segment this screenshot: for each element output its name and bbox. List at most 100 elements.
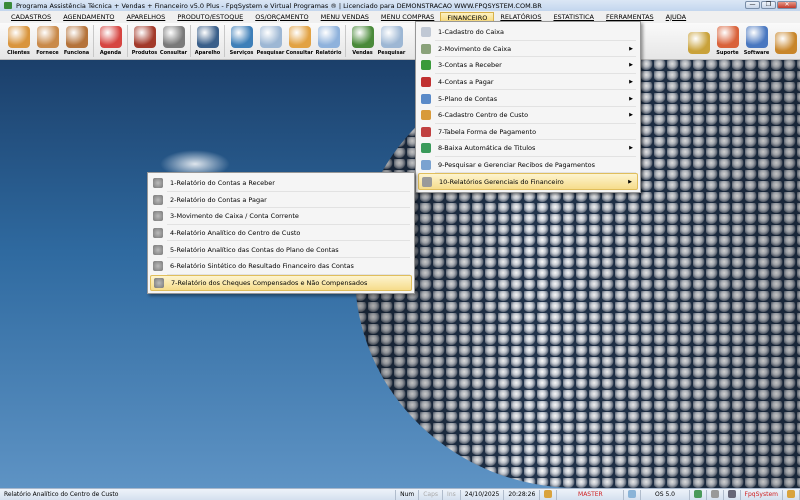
status-hint: Relatório Analítico do Centro de Custo [0,489,397,500]
menu-item[interactable]: 7-Relatório dos Cheques Compensados e Nã… [150,274,412,292]
menu-item[interactable]: 1-Relatório do Contas a Receber [150,175,412,192]
support-icon [716,26,739,48]
menu-os-or-amento[interactable]: OS/ORÇAMENTO [249,12,314,23]
toolbar: Clientes Fornece Funciona Agenda Produtos Con… [0,23,800,60]
menu-item-label: 7-Relatório dos Cheques Compensados e Nã… [171,278,368,287]
users-icon [783,489,800,500]
toolbar-label: Vendas [352,50,373,56]
close-button[interactable]: ✕ [777,1,797,9]
menu-item-label: 1-Relatório do Contas a Receber [170,179,275,188]
menu-item[interactable]: 3-Movimento de Caixa / Conta Corrente [150,208,412,225]
reports-icon [422,176,432,187]
cashbox-icon [421,27,431,38]
menu-cadastros[interactable]: CADASTROS [5,12,57,23]
toolbar-button-produtos[interactable]: Produtos [130,23,159,59]
menu-item[interactable]: 5-Plano de Contas ▶ [418,90,638,107]
ins-indicator: Ins [443,489,461,500]
menu-item-label: 3-Contas a Receber [438,61,502,70]
report-printer-icon [153,211,163,222]
app-icon [4,2,12,9]
toolbar-button-suporte[interactable]: Suporte [713,23,742,59]
menu-item[interactable]: 8-Baixa Automática de Titulos ▶ [418,140,638,157]
maximize-button[interactable]: ❐ [761,1,776,9]
caps-indicator: Caps [419,489,444,500]
menu-item[interactable]: 9-Pesquisar e Gerenciar Recibos de Pagam… [418,157,638,174]
menu-item[interactable]: 7-Tabela Forma de Pagamento [418,124,638,141]
menu-item[interactable]: 4-Relatório Analítico do Centro de Custo [150,225,412,242]
coin-icon [687,32,710,54]
toolbar-button-relat-rio[interactable]: Relatório [314,23,343,59]
minimize-button[interactable]: — [745,1,760,9]
menu-produto-estoque[interactable]: PRODUTO/ESTOQUE [171,12,249,23]
menu-item-label: 9-Pesquisar e Gerenciar Recibos de Pagam… [438,161,595,170]
menu-item-label: 3-Movimento de Caixa / Conta Corrente [170,212,299,221]
num-indicator: Num [396,489,420,500]
toolbar-button-exit-door[interactable] [771,23,800,59]
status-brand: FpqSystem [741,489,783,500]
menu-item[interactable]: 6-Cadastro Centro de Custo ▶ [418,107,638,124]
exit-door-icon [774,32,797,54]
menu-item-label: 4-Relatório Analítico do Centro de Custo [170,229,301,238]
search-doc-icon [380,26,403,48]
menu-item[interactable]: 1-Cadastro do Caixa [418,24,638,41]
menu-item-label: 6-Relatório Sintético do Resultado Finan… [170,262,354,271]
globe-icon[interactable] [690,489,707,500]
toolbar-button-servi-os[interactable]: Serviços [227,23,256,59]
cost-center-icon [421,110,431,121]
submenu-arrow-icon: ▶ [629,45,633,52]
toolbar-button-consultar[interactable]: Consultar [159,23,188,59]
toolbar-separator [345,25,346,57]
menu-item[interactable]: 4-Contas a Pagar ▶ [418,74,638,91]
submenu-arrow-icon: ▶ [629,79,633,86]
menu-item-label: 6-Cadastro Centro de Custo [438,111,529,120]
submenu-arrow-icon: ▶ [629,95,633,102]
menu-item[interactable]: 2-Relatório do Contas a Pagar [150,192,412,209]
menu-item[interactable]: 3-Contas a Receber ▶ [418,57,638,74]
toolbar-label: Aparelho [194,50,221,56]
submenu-arrow-icon: ▶ [628,178,632,185]
drawer-icon [288,26,311,48]
menu-item-label: 4-Contas a Pagar [438,78,494,87]
report-printer-icon [153,244,163,255]
sales-cart-icon [351,26,374,48]
toolbar-label: Fornece [36,50,59,56]
toolbar-separator [224,25,225,57]
submenu-arrow-icon: ▶ [629,62,633,69]
toolbar-button-pesquisar[interactable]: Pesquisar [256,23,285,59]
device-icon [196,26,219,48]
supplier-icon [36,26,59,48]
menu-item[interactable]: 6-Relatório Sintético do Resultado Finan… [150,258,412,275]
menu-ajuda[interactable]: AJUDA [660,12,692,23]
menu-item[interactable]: 5-Relatório Analítico das Contas do Plan… [150,241,412,258]
pay-icon [421,77,431,88]
status-os-version: OS 5.0 [641,489,690,500]
toolbar-button-coin[interactable] [684,23,713,59]
computer-icon[interactable] [724,489,741,500]
auto-settle-icon [421,143,431,154]
printer-icon[interactable] [707,489,724,500]
cash-move-icon [421,43,431,54]
menu-aparelhos[interactable]: APARELHOS [121,12,172,23]
menu-agendamento[interactable]: AGENDAMENTO [57,12,120,23]
toolbar-button-software[interactable]: Software [742,23,771,59]
toolbar-separator [93,25,94,57]
menu-item-label: 2-Movimento de Caixa [438,44,512,53]
report-printer-icon [154,277,164,288]
menu-item[interactable]: 2-Movimento de Caixa ▶ [418,41,638,58]
submenu-arrow-icon: ▶ [629,112,633,119]
toolbar-button-fornece[interactable]: Fornece [33,23,62,59]
menu-menu-vendas[interactable]: MENU VENDAS [315,12,375,23]
toolbar-label: Pesquisar [256,50,285,56]
toolbar-button-clientes[interactable]: Clientes [4,23,33,59]
toolbar-button-agenda[interactable]: Agenda [96,23,125,59]
toolbar-button-consultar[interactable]: Consultar [285,23,314,59]
toolbar-button-aparelho[interactable]: Aparelho [193,23,222,59]
users-icon [540,489,558,500]
menu-item-label: 1-Cadastro do Caixa [438,28,504,37]
toolbar-button-funciona[interactable]: Funciona [62,23,91,59]
menu-item-label: 5-Relatório Analítico das Contas do Plan… [170,245,339,254]
menu-item[interactable]: 10-Relatórios Gerenciais do Financeiro ▶ [418,173,638,190]
toolbar-button-vendas[interactable]: Vendas [348,23,377,59]
report-printer-icon [153,261,163,272]
toolbar-button-pesquisar[interactable]: Pesquisar [377,23,406,59]
